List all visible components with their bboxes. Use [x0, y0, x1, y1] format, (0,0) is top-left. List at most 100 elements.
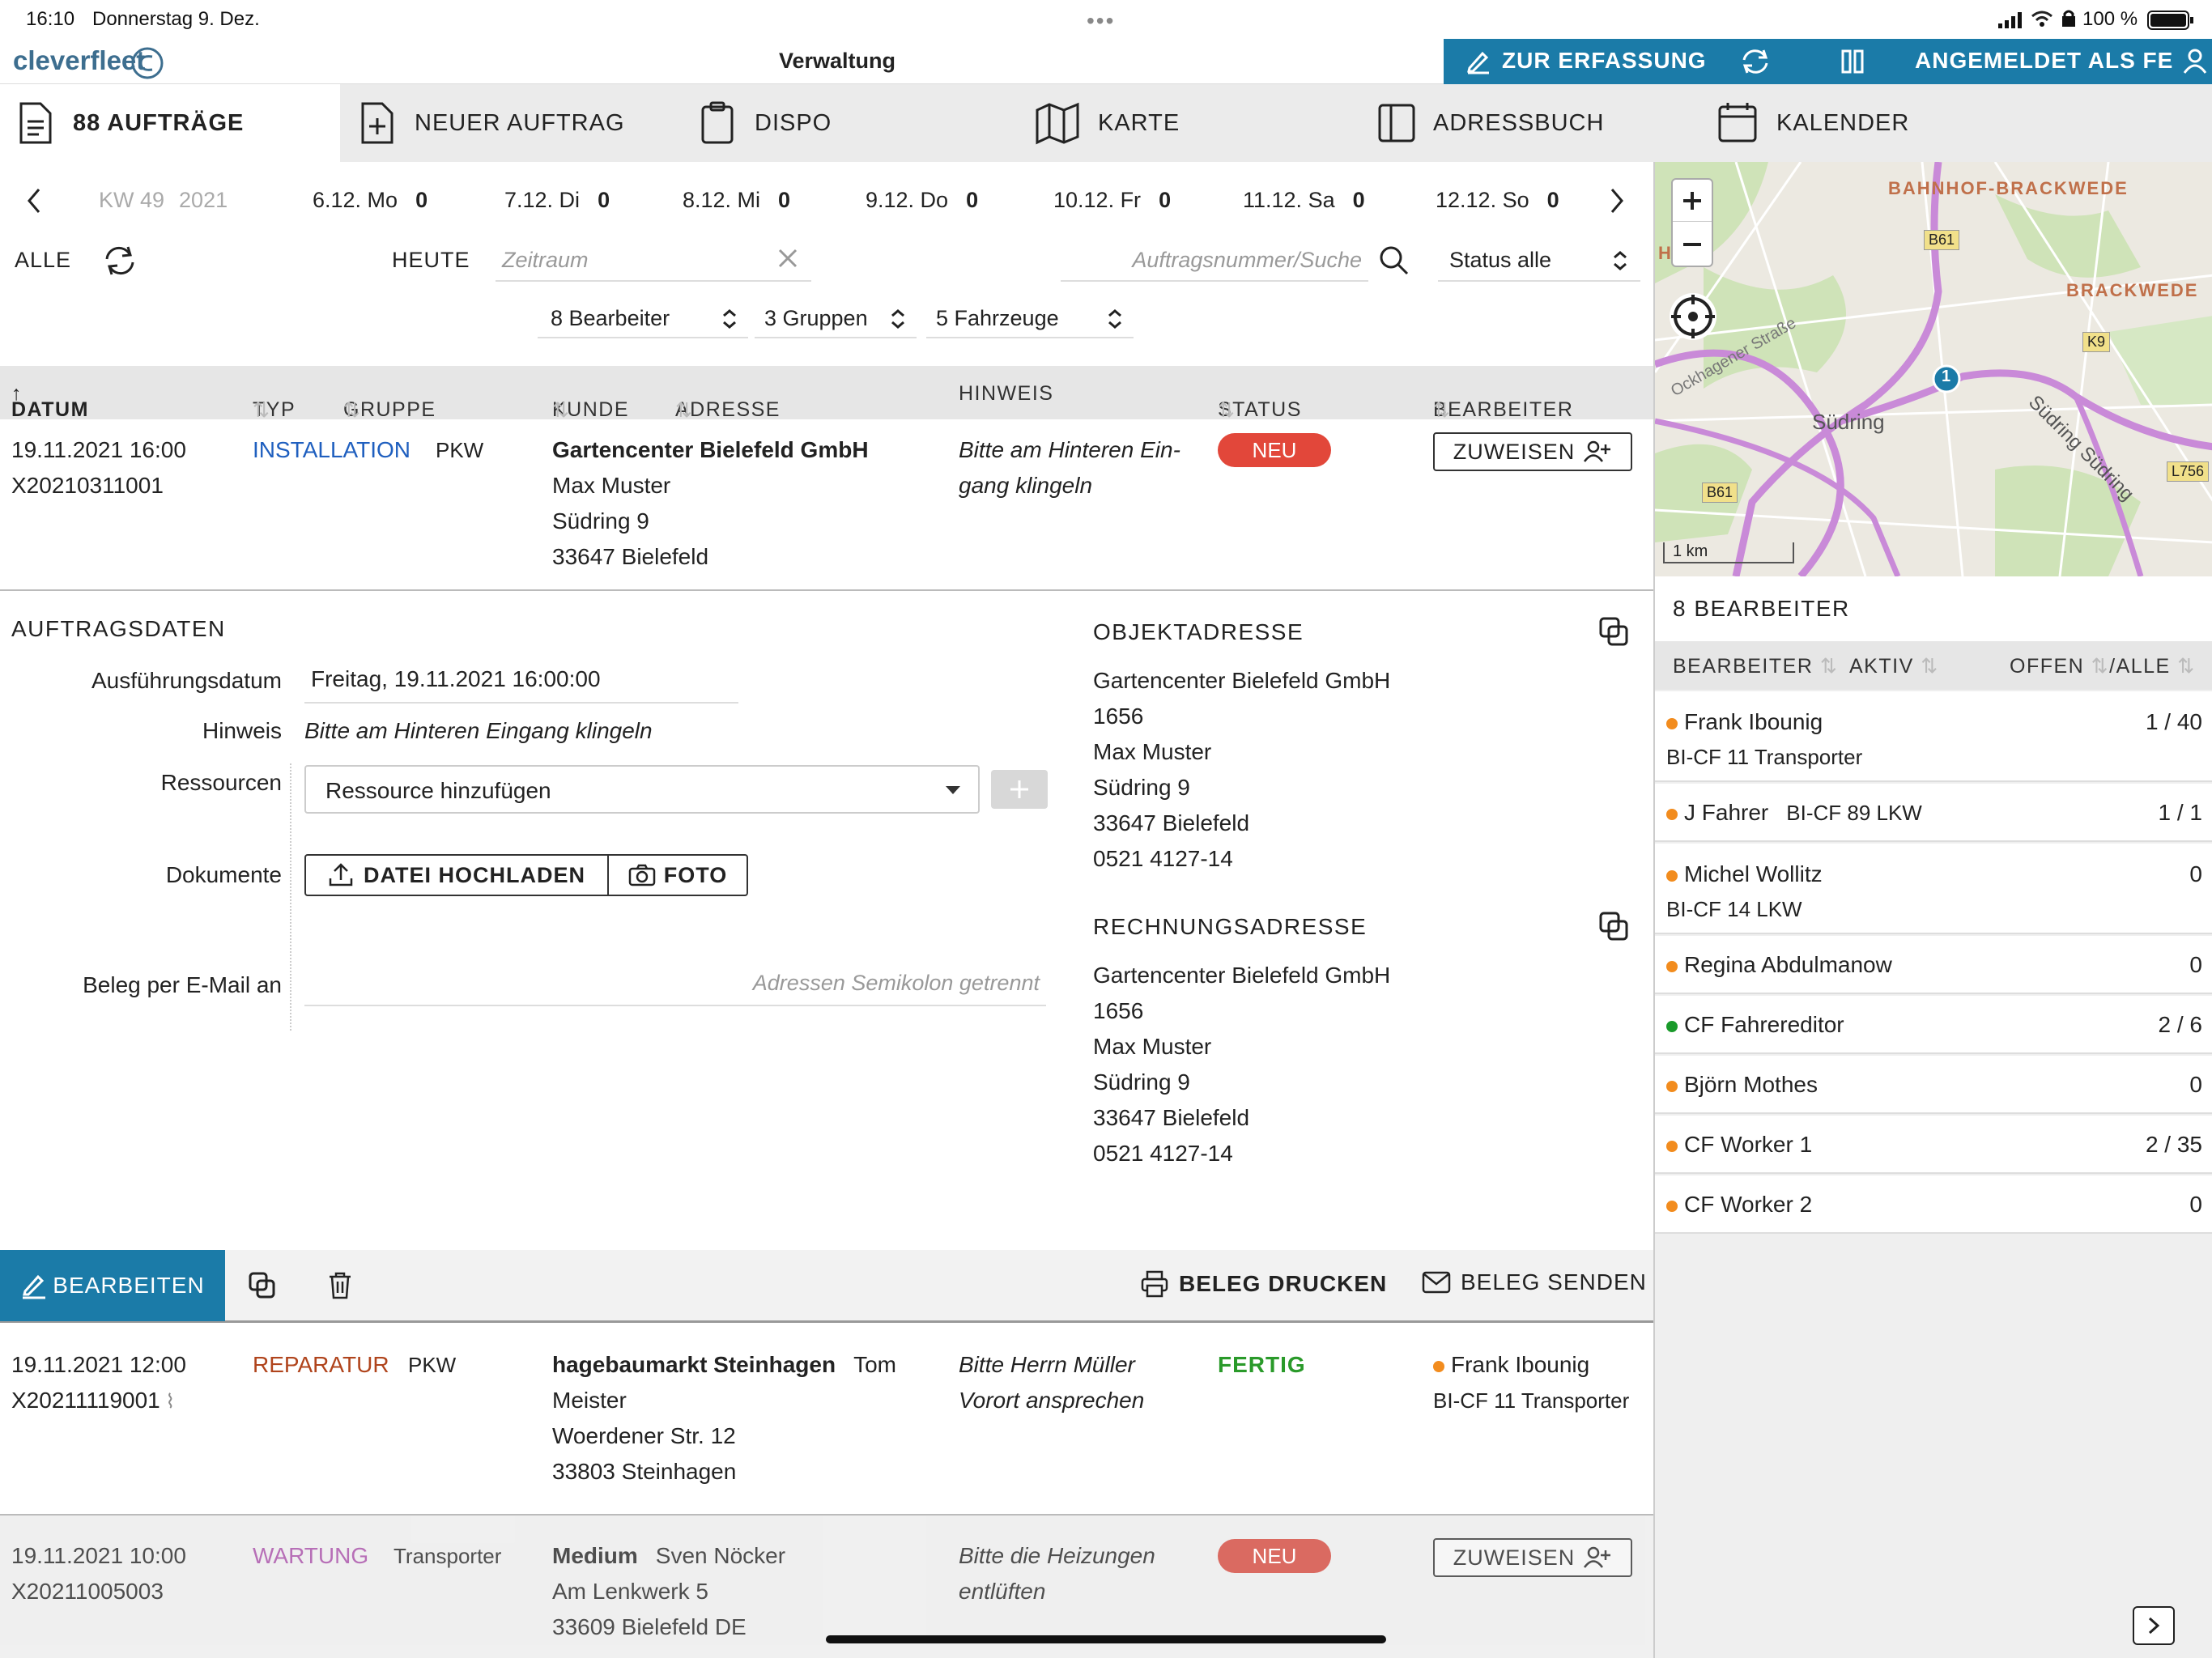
- zoom-out-button[interactable]: [1673, 223, 1712, 266]
- user-menu-button[interactable]: ANGEMELDET ALS FE: [1915, 47, 2209, 74]
- day-thu[interactable]: 9.12. Do 0: [866, 188, 978, 213]
- billing-address: Gartencenter Bielefeld GmbH 1656 Max Muste…: [1093, 963, 1391, 1166]
- workers-table-header: BEARBEITER ⇅ AKTIV ⇅ OFFEN ⇅/ALLE ⇅: [1655, 641, 2212, 690]
- search-icon[interactable]: [1378, 244, 1410, 281]
- table-row[interactable]: 19.11.2021 16:00 X20210311001 INSTALLATI…: [0, 419, 1653, 591]
- road-shield: B61: [1702, 483, 1738, 503]
- worker-item[interactable]: CF Fahrereditor 2 / 6: [1655, 996, 2212, 1054]
- map-view[interactable]: 1 BAHNHOF-BRACKWEDE BRACKWEDE Südring Sü…: [1655, 162, 2212, 576]
- status-dot: [1433, 1360, 1444, 1372]
- clipboard-icon: [701, 101, 734, 144]
- col-worker[interactable]: BEARBEITER ⇅: [1673, 654, 1838, 678]
- add-resource-button[interactable]: [991, 770, 1048, 809]
- groups-select[interactable]: 3 Gruppen: [755, 300, 917, 338]
- status-dot: [1666, 808, 1678, 820]
- ios-status-bar: 16:10 Donnerstag 9. Dez. ••• 100 %: [0, 0, 2212, 39]
- assign-button[interactable]: ZUWEISEN: [1433, 432, 1632, 471]
- expand-panel-button[interactable]: [2133, 1606, 2175, 1645]
- day-mon[interactable]: 6.12. Mo 0: [313, 188, 428, 213]
- tab-neuer-auftrag[interactable]: NEUER AUFTRAG: [358, 84, 682, 162]
- new-document-icon: [361, 102, 393, 144]
- group-label: PKW: [408, 1353, 457, 1377]
- billing-address-title: RECHNUNGSADRESSE: [1093, 914, 1368, 939]
- document-icon: [19, 102, 52, 144]
- table-row[interactable]: 19.11.2021 12:00 X20211119001 ⌇ REPARATU…: [0, 1324, 1653, 1516]
- search-input[interactable]: Auftragsnummer/Suche: [1061, 240, 1368, 282]
- status-date: Donnerstag 9. Dez.: [92, 8, 260, 30]
- copy-icon[interactable]: [1598, 911, 1629, 946]
- locate-icon[interactable]: [1670, 293, 1716, 340]
- col-open[interactable]: OFFEN ⇅/ALLE ⇅: [2010, 654, 2196, 678]
- day-fri[interactable]: 10.12. Fr 0: [1053, 188, 1171, 213]
- filter-all[interactable]: ALLE: [15, 248, 71, 273]
- pencil-icon: [1467, 51, 1489, 74]
- day-sat[interactable]: 11.12. Sa 0: [1243, 188, 1365, 213]
- user-icon: [2184, 49, 2207, 74]
- zoom-in-button[interactable]: [1673, 180, 1712, 222]
- trash-icon[interactable]: [327, 1271, 353, 1304]
- hint-value: Bitte am Hinteren Eingang klingeln: [304, 718, 653, 743]
- status-dot: [1666, 717, 1678, 729]
- exec-date-field[interactable]: Freitag, 19.11.2021 16:00:00: [304, 658, 738, 704]
- tab-karte[interactable]: KARTE: [1035, 84, 1342, 162]
- clear-icon[interactable]: [777, 248, 798, 273]
- day-sun[interactable]: 12.12. So 0: [1436, 188, 1559, 213]
- signal-icon: [1998, 11, 2026, 34]
- main-tabs: 88 AUFTRÄGE NEUER AUFTRAG DISPO KARTE AD…: [0, 84, 2212, 162]
- table-header: DATUM ↑ TYP ⇅ GRUPPE ⇅ KUNDE ⇅ ADRESSE ⇅…: [0, 366, 1653, 422]
- worker-item[interactable]: J Fahrer BI-CF 89 LKW 1 / 1: [1655, 784, 2212, 842]
- tab-auftraege[interactable]: 88 AUFTRÄGE: [0, 84, 340, 162]
- home-indicator[interactable]: [826, 1635, 1386, 1643]
- cleverfleet-logo: cleverfleet: [13, 45, 146, 75]
- col-datum[interactable]: DATUM ↑: [11, 382, 87, 421]
- tab-kalender[interactable]: KALENDER: [1716, 84, 2024, 162]
- vehicles-select[interactable]: 5 Fahrzeuge: [926, 300, 1134, 338]
- upload-file-button[interactable]: DATEI HOCHLADEN: [304, 854, 609, 896]
- multitask-dots-icon[interactable]: •••: [1087, 8, 1115, 34]
- worker-item[interactable]: Regina Abdulmanow 0: [1655, 936, 2212, 994]
- sync-icon[interactable]: [1739, 47, 1772, 82]
- resource-select[interactable]: Ressource hinzufügen: [304, 765, 980, 814]
- page-title: Verwaltung: [779, 49, 896, 73]
- logo-mark-icon: [130, 45, 167, 87]
- period-input[interactable]: Zeitraum: [496, 240, 811, 282]
- updown-icon: [889, 308, 907, 334]
- photo-button[interactable]: FOTO: [607, 854, 748, 896]
- camera-icon: [628, 864, 655, 886]
- week-label: KW 49 2021: [99, 188, 228, 212]
- refresh-icon[interactable]: [102, 244, 138, 281]
- col-active[interactable]: AKTIV ⇅: [1849, 654, 1939, 678]
- type-label: INSTALLATION: [253, 437, 411, 462]
- col-hinweis: HINWEIS: [959, 382, 1054, 405]
- copy-order-icon[interactable]: [248, 1271, 277, 1304]
- lock-rotation-icon: [2061, 10, 2076, 33]
- upload-icon: [329, 863, 353, 886]
- map-marker[interactable]: 1: [1942, 368, 1950, 386]
- print-receipt-button[interactable]: BELEG DRUCKEN: [1140, 1269, 1387, 1299]
- day-tue[interactable]: 7.12. Di 0: [504, 188, 610, 213]
- prev-week-button[interactable]: [24, 185, 44, 221]
- updown-icon: [1611, 249, 1629, 276]
- assign-button[interactable]: ZUWEISEN: [1433, 1538, 1632, 1577]
- status-dot: [1666, 1140, 1678, 1152]
- workers-title: 8 BEARBEITER: [1673, 596, 1850, 621]
- send-receipt-button[interactable]: BELEG SENDEN: [1422, 1269, 1647, 1295]
- workers-select[interactable]: 8 Bearbeiter: [538, 300, 748, 338]
- status-select[interactable]: Status alle: [1438, 240, 1640, 282]
- worker-item[interactable]: Frank Ibounig BI-CF 11 Transporter 1 / 4…: [1655, 691, 2212, 782]
- wifi-icon: [2031, 10, 2053, 33]
- next-week-button[interactable]: [1607, 185, 1627, 221]
- worker-item[interactable]: CF Worker 2 0: [1655, 1175, 2212, 1234]
- filter-today[interactable]: HEUTE: [392, 248, 470, 273]
- worker-item[interactable]: Michel Wollitz BI-CF 14 LKW 0: [1655, 844, 2212, 934]
- copy-icon[interactable]: [1598, 616, 1629, 651]
- zur-erfassung-button[interactable]: ZUR ERFASSUNG: [1465, 47, 1707, 74]
- worker-item[interactable]: CF Worker 1 2 / 35: [1655, 1116, 2212, 1174]
- columns-icon[interactable]: [1840, 49, 1865, 80]
- tab-dispo[interactable]: DISPO: [698, 84, 973, 162]
- worker-item[interactable]: Björn Mothes 0: [1655, 1056, 2212, 1114]
- day-wed[interactable]: 8.12. Mi 0: [683, 188, 790, 213]
- tab-adressbuch[interactable]: ADRESSBUCH: [1376, 84, 1700, 162]
- edit-button[interactable]: BEARBEITEN: [0, 1250, 225, 1321]
- email-field[interactable]: Adressen Semikolon getrennt: [304, 961, 1046, 1006]
